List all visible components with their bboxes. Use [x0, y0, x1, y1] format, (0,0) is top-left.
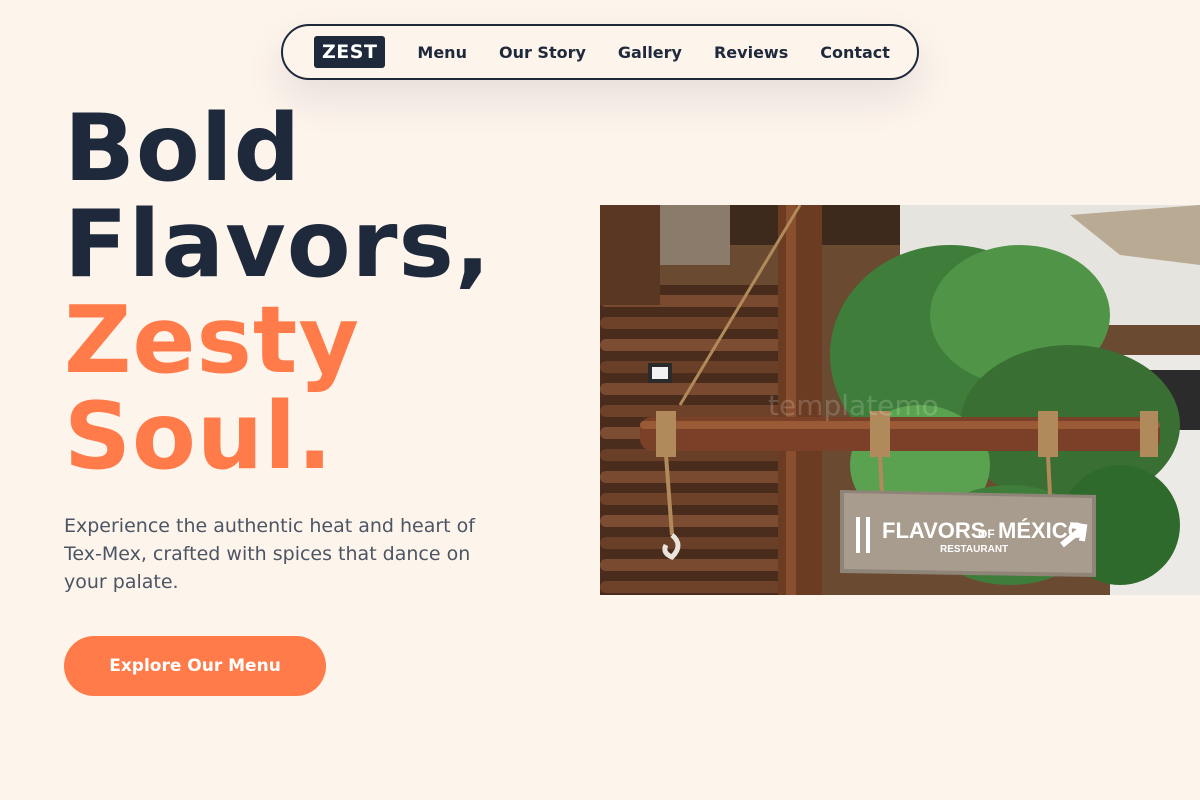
nav-link-contact[interactable]: Contact: [804, 43, 906, 62]
hero-subtitle: Experience the authentic heat and heart …: [64, 515, 475, 593]
top-nav: ZEST Menu Our Story Gallery Reviews Cont…: [281, 24, 919, 80]
nav-link-gallery[interactable]: Gallery: [602, 43, 698, 62]
restaurant-sign-photo: FLAVORS OF MÉXICO RESTAURANT templatemo: [600, 205, 1200, 595]
sign-sub: RESTAURANT: [940, 544, 1008, 555]
hero-title-line-4: Soul.: [64, 382, 334, 490]
sign-of: OF: [978, 527, 995, 541]
nav-link-menu[interactable]: Menu: [401, 43, 483, 62]
page: ZEST Menu Our Story Gallery Reviews Cont…: [0, 0, 1200, 800]
sign-text: FLAVORS: [882, 518, 985, 543]
watermark: templatemo: [768, 389, 939, 422]
nav-link-our-story[interactable]: Our Story: [483, 43, 602, 62]
restaurant-sign: FLAVORS OF MÉXICO RESTAURANT: [840, 490, 1096, 577]
explore-menu-button[interactable]: Explore Our Menu: [64, 636, 326, 696]
hero-title: Bold Flavors, Zesty Soul.: [64, 100, 491, 484]
hero-title-line-2: Flavors,: [64, 190, 492, 298]
hero-title-line-1: Bold: [64, 94, 302, 202]
hero-title-line-3: Zesty: [64, 286, 360, 394]
nav-link-reviews[interactable]: Reviews: [698, 43, 804, 62]
hero-image: FLAVORS OF MÉXICO RESTAURANT templatemo: [600, 205, 1200, 595]
logo[interactable]: ZEST: [314, 36, 386, 68]
